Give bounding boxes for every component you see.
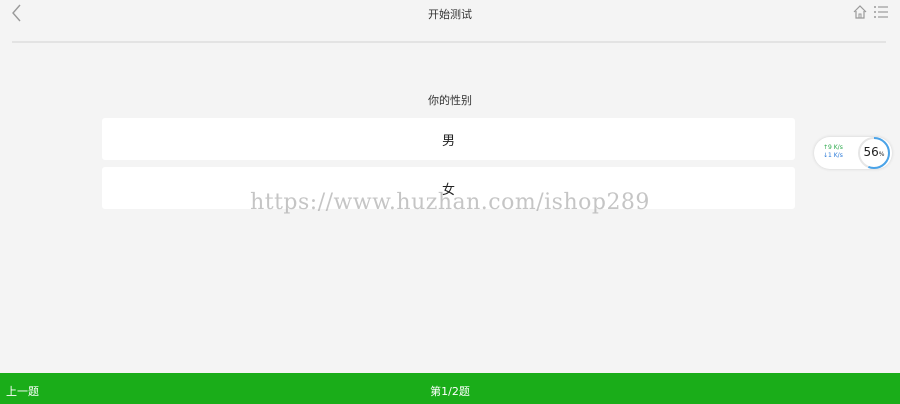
home-icon[interactable] bbox=[852, 4, 868, 20]
percent-readout: 56% bbox=[856, 145, 892, 159]
option-label: 女 bbox=[441, 182, 455, 198]
percent-value: 56 bbox=[863, 145, 879, 159]
page-title: 开始测试 bbox=[428, 8, 472, 21]
header-divider bbox=[12, 41, 886, 43]
option-male[interactable]: 男 bbox=[102, 118, 795, 160]
question-progress: 第1/2题 bbox=[430, 385, 470, 398]
upload-speed: ↑9 K/s bbox=[823, 144, 843, 151]
top-bar: 开始测试 bbox=[0, 0, 900, 26]
percent-unit: % bbox=[878, 151, 885, 158]
bottom-bar: 上一题 第1/2题 bbox=[0, 373, 900, 404]
download-speed: ↓1 K/s bbox=[823, 152, 843, 159]
question-text: 你的性别 bbox=[428, 94, 472, 107]
list-icon[interactable] bbox=[873, 5, 889, 19]
option-female[interactable]: 女 bbox=[102, 167, 795, 209]
network-speed-widget[interactable]: ↑9 K/s ↓1 K/s 56% bbox=[814, 137, 892, 169]
speed-readout: ↑9 K/s ↓1 K/s bbox=[823, 144, 843, 160]
option-label: 男 bbox=[441, 133, 455, 149]
